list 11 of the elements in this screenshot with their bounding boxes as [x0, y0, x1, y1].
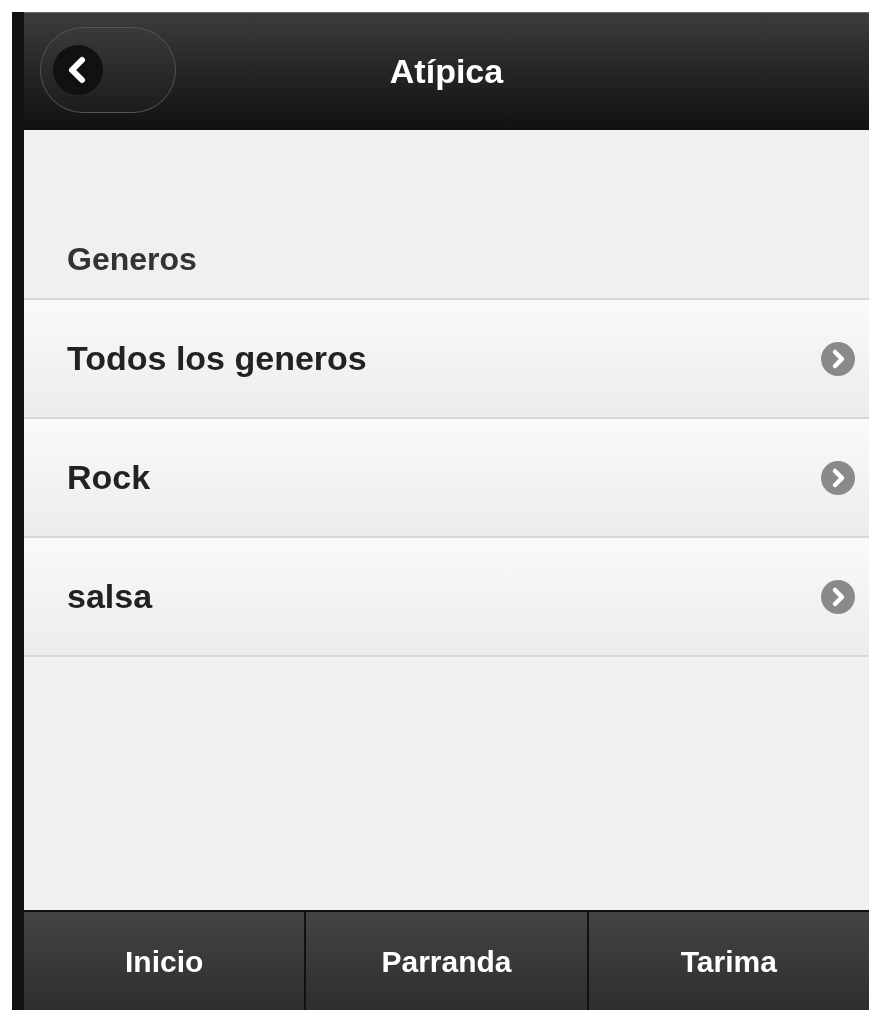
footer-tab[interactable]: Tarima	[586, 912, 869, 1010]
list-item[interactable]: salsa	[24, 538, 869, 657]
list-item[interactable]: Rock	[24, 419, 869, 538]
footer-tab[interactable]: Inicio	[24, 912, 305, 1010]
list-item[interactable]: Todos los generos	[24, 300, 869, 419]
chevron-right-icon	[821, 579, 855, 614]
list-heading: Generos	[67, 240, 197, 279]
chevron-right-icon	[821, 460, 855, 495]
chevron-right-icon	[821, 341, 855, 376]
page-title: Atípica	[389, 51, 504, 92]
footer-tab[interactable]: Parranda	[304, 912, 587, 1010]
